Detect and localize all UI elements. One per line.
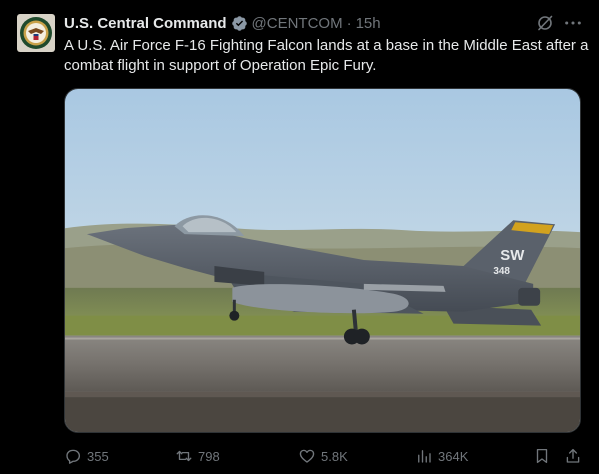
bookmark-icon bbox=[536, 448, 548, 464]
tweet-text: A U.S. Air Force F-16 Fighting Falcon la… bbox=[64, 37, 589, 74]
tail-code-text: SW bbox=[500, 247, 525, 264]
timestamp[interactable]: 15h bbox=[356, 15, 381, 32]
tweet-actions: 355 798 5.8K 364K bbox=[64, 444, 589, 468]
tail-number-text: 348 bbox=[493, 266, 510, 277]
tweet[interactable]: U.S. Central Command @CENTCOM · 15h A U.… bbox=[0, 0, 599, 474]
repost-button[interactable]: 798 bbox=[175, 444, 220, 468]
views-count: 364K bbox=[438, 448, 469, 464]
repost-count: 798 bbox=[198, 448, 220, 464]
like-count: 5.8K bbox=[321, 448, 348, 464]
tweet-header: U.S. Central Command @CENTCOM · 15h bbox=[64, 12, 381, 34]
reply-count: 355 bbox=[87, 448, 109, 464]
centcom-seal-icon bbox=[20, 17, 52, 49]
like-button[interactable]: 5.8K bbox=[298, 444, 348, 468]
reply-button[interactable]: 355 bbox=[64, 444, 109, 468]
views-button[interactable]: 364K bbox=[415, 444, 468, 468]
handle[interactable]: @CENTCOM bbox=[252, 15, 343, 32]
share-icon bbox=[566, 448, 580, 463]
display-name[interactable]: U.S. Central Command bbox=[64, 15, 227, 32]
share-button[interactable] bbox=[564, 444, 582, 468]
repost-icon bbox=[176, 450, 192, 462]
separator-dot: · bbox=[346, 14, 352, 32]
verified-badge-icon bbox=[231, 15, 248, 32]
reply-icon bbox=[66, 449, 81, 464]
avatar[interactable] bbox=[17, 14, 55, 52]
tweet-photo[interactable]: SW 348 bbox=[64, 88, 581, 433]
grok-icon[interactable] bbox=[536, 14, 554, 32]
views-chart-icon bbox=[418, 450, 431, 463]
bookmark-button[interactable] bbox=[533, 444, 551, 468]
more-options-icon[interactable] bbox=[563, 14, 583, 32]
heart-icon bbox=[299, 449, 315, 463]
